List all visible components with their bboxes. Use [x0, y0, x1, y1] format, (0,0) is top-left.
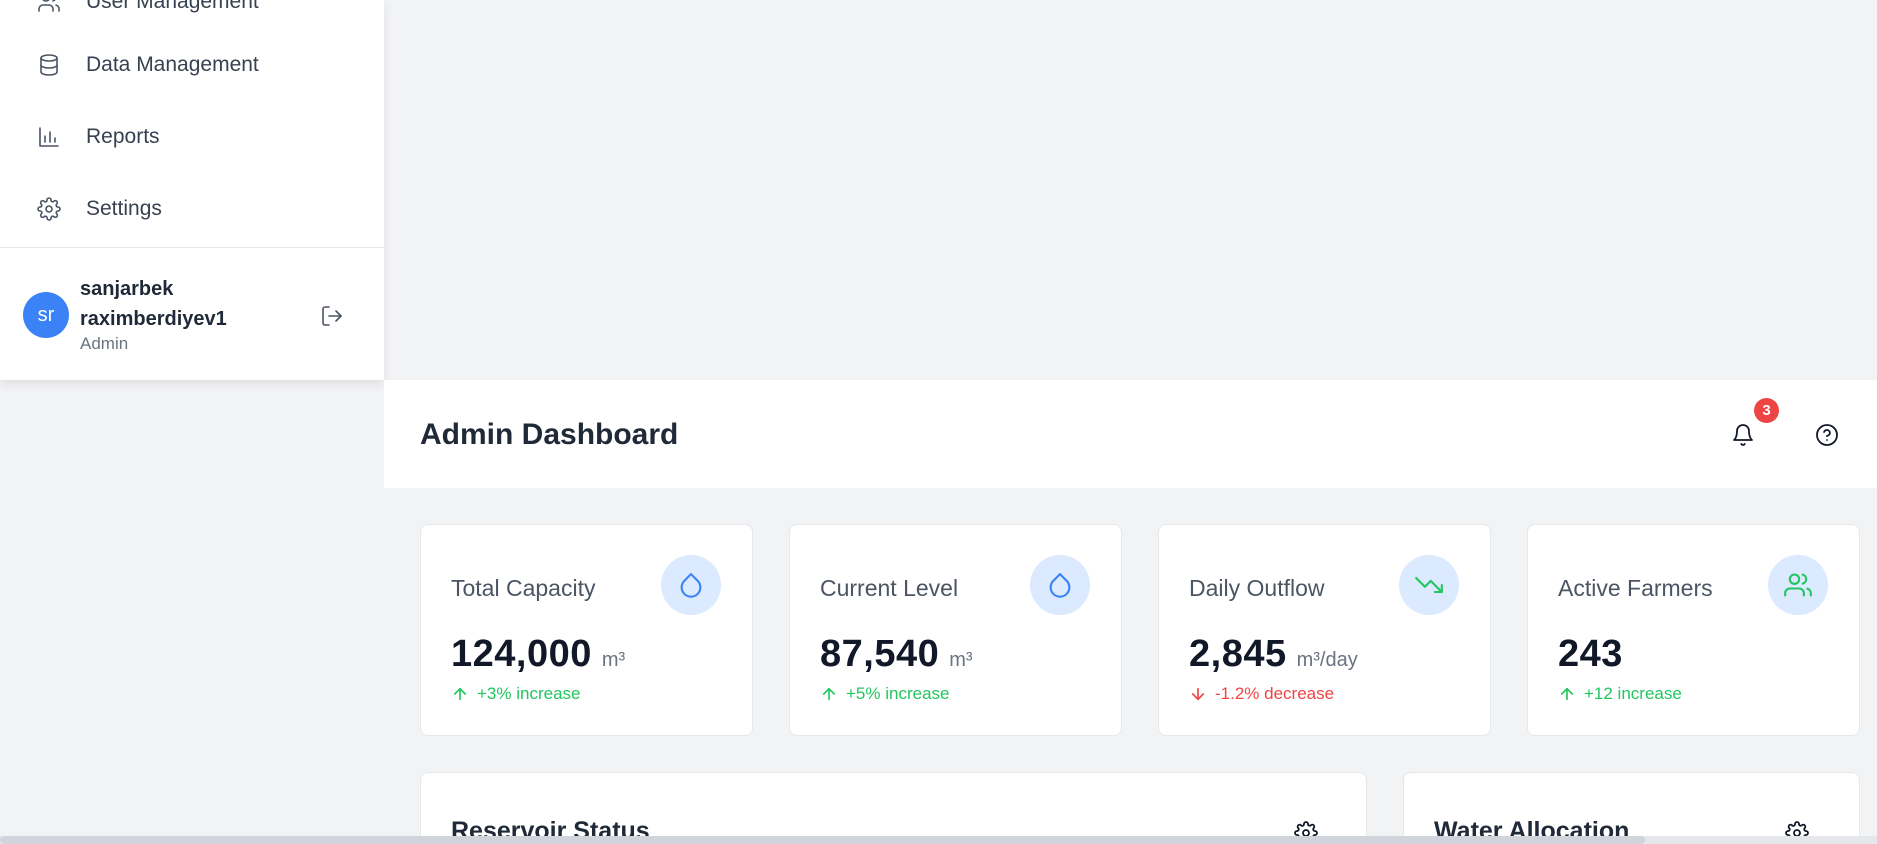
reservoir-status-panel: Reservoir Status — [420, 772, 1367, 844]
stat-change: +3% increase — [451, 684, 580, 704]
stat-title: Total Capacity — [451, 575, 596, 601]
users-icon — [36, 0, 62, 15]
stat-value: 87,540 m³ — [820, 633, 973, 676]
sidebar-item-label: Settings — [86, 197, 162, 220]
stat-title: Daily Outflow — [1189, 575, 1325, 601]
stat-card-current-level: Current Level 87,540 m³ +5% increase — [789, 524, 1122, 736]
stat-unit: m³ — [949, 649, 973, 671]
sidebar-item-reports[interactable]: Reports — [0, 107, 384, 167]
users-icon — [1768, 555, 1828, 615]
stat-number: 243 — [1558, 633, 1623, 675]
stat-unit: m³ — [601, 649, 626, 671]
logout-icon[interactable] — [318, 302, 346, 330]
stat-value: 243 — [1558, 633, 1633, 676]
stat-number: 124,000 — [451, 633, 592, 675]
gear-icon — [36, 196, 62, 222]
droplet-icon — [1030, 555, 1090, 615]
stat-change-text: +3% increase — [477, 684, 581, 703]
arrow-up-icon — [451, 685, 469, 703]
stat-change-text: -1.2% decrease — [1215, 684, 1335, 703]
stat-value: 2,845 m³/day — [1189, 633, 1358, 676]
sidebar-item-label: Reports — [86, 125, 160, 148]
water-allocation-panel: Water Allocation — [1403, 772, 1860, 844]
stat-card-daily-outflow: Daily Outflow 2,845 m³/day -1.2% decreas… — [1158, 524, 1491, 736]
stat-number: 87,540 — [820, 633, 940, 675]
notification-badge: 3 — [1754, 398, 1779, 423]
arrow-up-icon — [1558, 685, 1576, 703]
stat-card-total-capacity: Total Capacity 124,000 m³ +3% increase — [420, 524, 753, 736]
help-icon[interactable] — [1812, 420, 1842, 450]
stat-title: Current Level — [820, 575, 959, 601]
stat-unit: m³/day — [1296, 649, 1358, 671]
stat-change: -1.2% decrease — [1189, 684, 1334, 704]
arrow-down-icon — [1189, 685, 1207, 703]
page-title: Admin Dashboard — [420, 418, 679, 451]
user-profile: sr sanjarbek raximberdiyev1 Admin — [0, 248, 384, 380]
sidebar-item-label: User Management — [86, 0, 259, 13]
database-icon — [36, 52, 62, 78]
stat-title: Active Farmers — [1558, 575, 1713, 601]
user-name: sanjarbek raximberdiyev1 — [80, 278, 227, 330]
trending-down-icon — [1399, 555, 1459, 615]
stat-card-active-farmers: Active Farmers 243 +12 increase — [1527, 524, 1860, 736]
arrow-up-icon — [820, 685, 838, 703]
sidebar-item-data-management[interactable]: Data Management — [0, 35, 384, 95]
bell-icon[interactable] — [1728, 420, 1758, 450]
scrollbar-thumb[interactable] — [0, 836, 1645, 844]
stat-change: +5% increase — [820, 684, 949, 704]
sidebar-item-label: Data Management — [86, 53, 259, 76]
sidebar-item-user-management[interactable]: User Management — [0, 0, 384, 32]
stat-change-text: +12 increase — [1584, 684, 1682, 703]
top-header: Admin Dashboard 3 — [384, 380, 1877, 488]
stat-number: 2,845 — [1189, 633, 1287, 675]
user-role: Admin — [80, 334, 129, 353]
sidebar-item-settings[interactable]: Settings — [0, 179, 384, 239]
avatar[interactable]: sr — [23, 292, 69, 338]
stat-change: +12 increase — [1558, 684, 1682, 704]
stat-change-text: +5% increase — [846, 684, 950, 703]
droplet-icon — [661, 555, 721, 615]
sidebar: User Management Data Management Reports … — [0, 0, 384, 380]
stat-value: 124,000 m³ — [451, 633, 625, 676]
bar-chart-icon — [36, 124, 62, 150]
horizontal-scrollbar[interactable] — [0, 836, 1877, 844]
